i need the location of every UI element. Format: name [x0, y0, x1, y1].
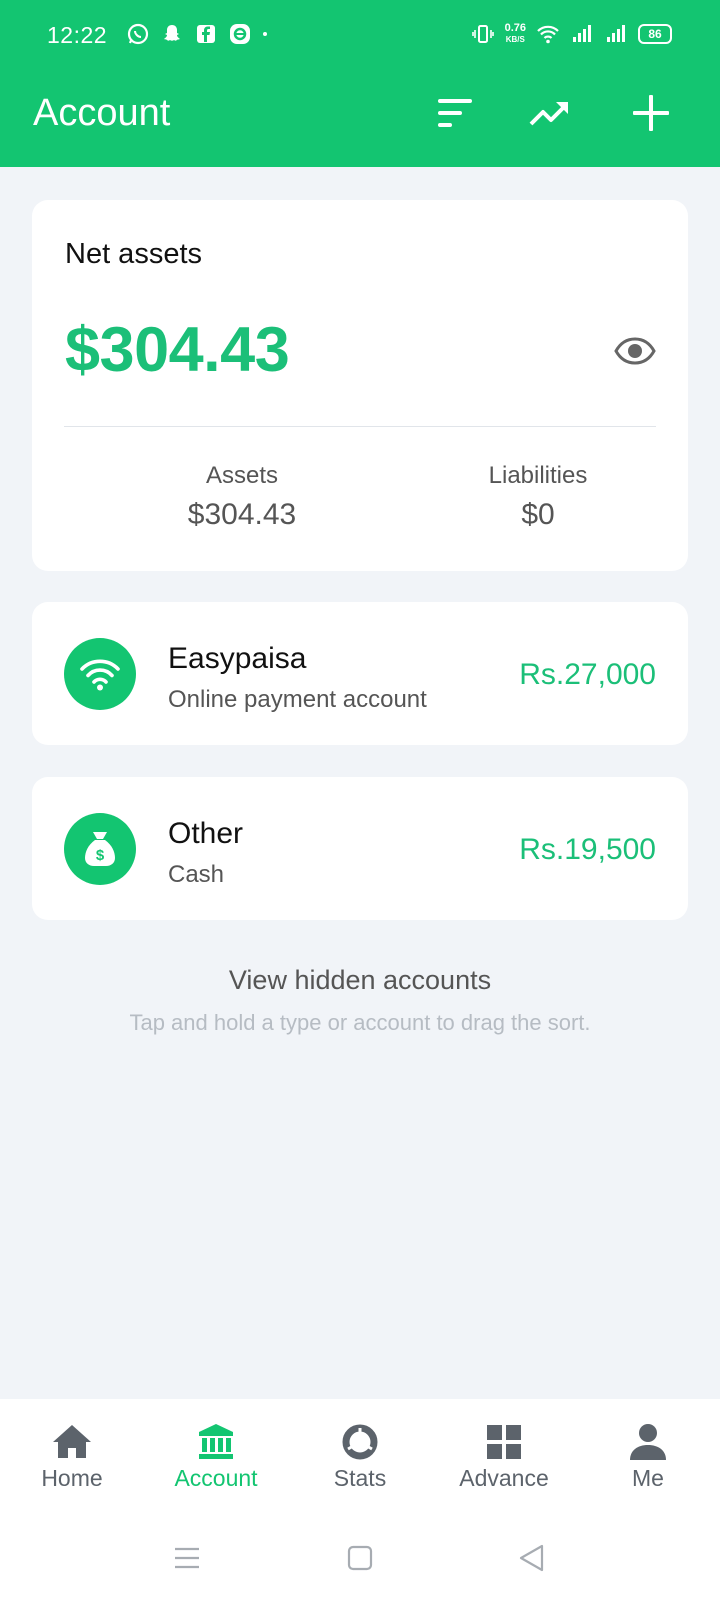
signal-icon-2 [607, 25, 625, 42]
account-name: Easypaisa [168, 642, 307, 675]
account-name: Other [168, 817, 244, 850]
page-title: Account [33, 92, 171, 134]
back-triangle-icon[interactable] [515, 1541, 549, 1575]
assets-value: $304.43 [187, 498, 297, 531]
account-balance: Rs.27,000 [519, 658, 656, 691]
view-hidden-accounts-link[interactable]: View hidden accounts [0, 965, 720, 996]
eye-icon[interactable] [614, 330, 656, 372]
nav-advance[interactable]: Advance [432, 1399, 576, 1517]
sort-icon [438, 99, 472, 127]
nav-label: Me [632, 1465, 664, 1491]
svg-text:$: $ [96, 847, 105, 864]
snapchat-icon [164, 25, 180, 41]
nav-me[interactable]: Me [576, 1399, 720, 1517]
assets-label: Assets [205, 462, 279, 489]
trend-button[interactable] [528, 92, 570, 134]
liabilities-label: Liabilities [488, 462, 588, 489]
facebook-icon [197, 25, 215, 43]
account-balance: Rs.19,500 [519, 833, 656, 866]
bank-icon [199, 1424, 233, 1459]
app-notification-icon [230, 24, 250, 44]
nav-label: Account [174, 1465, 258, 1491]
nav-label: Advance [459, 1465, 549, 1491]
network-speed: 0.76 KB/S [504, 22, 526, 45]
stats-icon [342, 1424, 378, 1460]
nav-label: Stats [333, 1465, 387, 1491]
home-icon [53, 1425, 91, 1458]
add-account-button[interactable] [630, 92, 672, 134]
vibrate-icon [471, 25, 494, 43]
nav-label: Home [41, 1465, 103, 1491]
money-bag-icon: $ [85, 832, 115, 866]
system-navigation-bar [0, 1517, 720, 1600]
net-assets-label: Net assets [65, 238, 202, 270]
liabilities-summary: Liabilities $0 [418, 462, 658, 532]
wifi-status-icon [537, 25, 559, 44]
account-card-other[interactable]: $ Other Cash Rs.19,500 [32, 777, 688, 920]
bottom-navigation: Home Account Stats Advance Me [0, 1399, 720, 1517]
menu-icon[interactable] [170, 1541, 204, 1575]
divider [64, 426, 656, 427]
nav-account[interactable]: Account [144, 1399, 288, 1517]
whatsapp-icon [127, 23, 149, 45]
person-icon [630, 1424, 666, 1460]
status-bar: 12:22 0.76 KB/S 86 [0, 0, 720, 72]
drag-sort-hint: Tap and hold a type or account to drag t… [129, 1010, 591, 1035]
net-assets-card: Net assets $304.43 Assets $304.43 Liabil… [32, 200, 688, 571]
nav-stats[interactable]: Stats [288, 1399, 432, 1517]
net-assets-amount: $304.43 [65, 315, 290, 385]
signal-icon [573, 25, 591, 42]
wifi-icon [80, 659, 120, 691]
add-icon [633, 95, 669, 131]
battery-indicator: 86 [638, 24, 672, 44]
assets-summary: Assets $304.43 [122, 462, 362, 532]
sort-button[interactable] [434, 92, 476, 134]
liabilities-value: $0 [521, 498, 555, 531]
account-type: Online payment account [168, 686, 427, 713]
account-type: Cash [168, 861, 225, 888]
app-bar: 12:22 0.76 KB/S 86 Account [0, 0, 720, 167]
account-card-easypaisa[interactable]: Easypaisa Online payment account Rs.27,0… [32, 602, 688, 745]
nav-home[interactable]: Home [0, 1399, 144, 1517]
more-notifications-dot-icon [263, 32, 267, 36]
home-square-icon[interactable] [343, 1541, 377, 1575]
trend-icon [529, 102, 568, 126]
grid-icon [487, 1425, 521, 1459]
status-time: 12:22 [47, 22, 108, 48]
